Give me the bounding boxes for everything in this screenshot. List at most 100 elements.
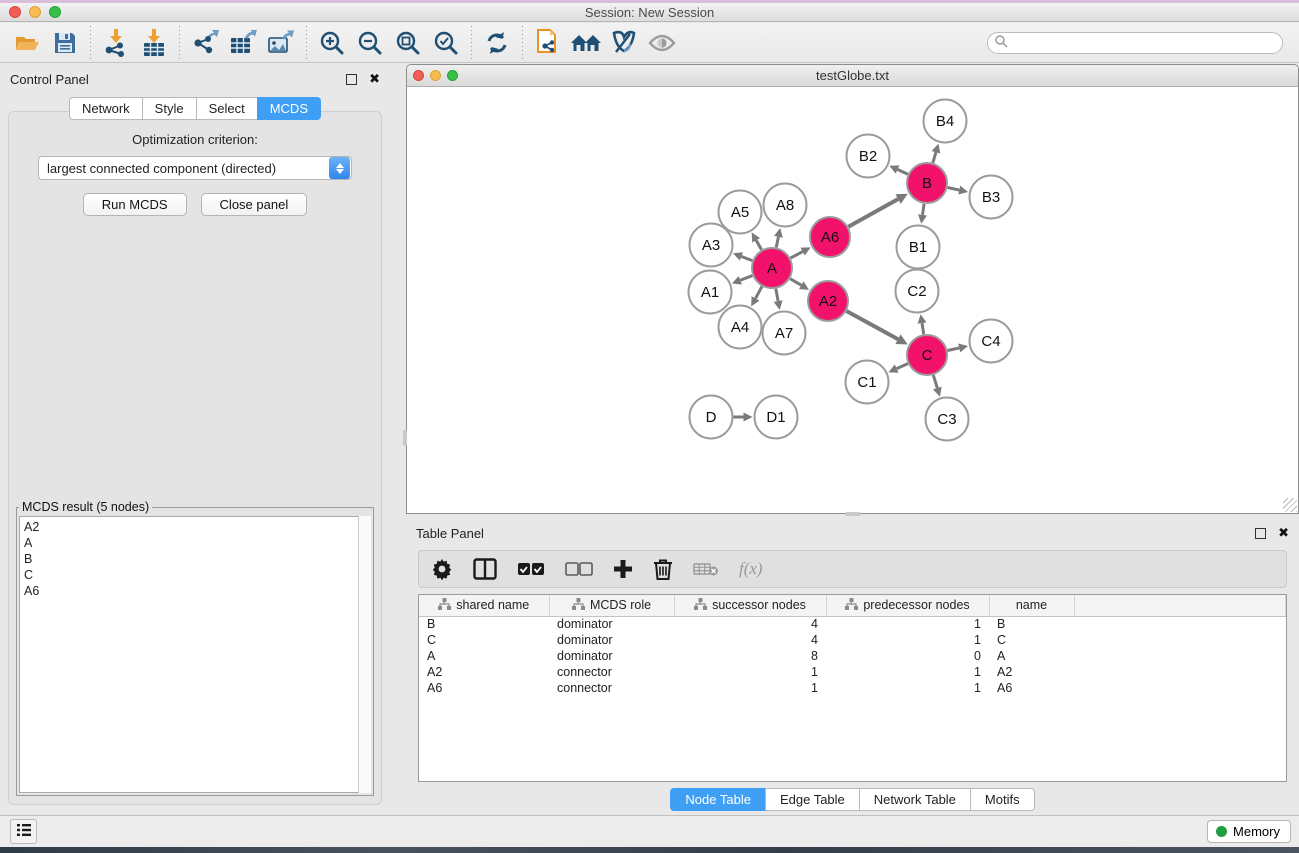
edge-A-A5[interactable]	[756, 240, 761, 250]
table-cell[interactable]: A2	[419, 664, 549, 680]
save-session-icon[interactable]	[46, 26, 84, 60]
close-table-panel-icon[interactable]: ✖	[1278, 525, 1289, 541]
table-cell[interactable]: C	[989, 632, 1074, 648]
edge-C-C4[interactable]	[948, 348, 960, 351]
edge-A-A6[interactable]	[791, 252, 803, 258]
delete-table-icon[interactable]	[693, 561, 719, 577]
edge-B-B2[interactable]	[898, 170, 908, 175]
table-cell[interactable]: 0	[826, 648, 989, 664]
tab-network-table[interactable]: Network Table	[859, 788, 971, 811]
table-cell[interactable]: connector	[549, 680, 674, 696]
edge-B-B3[interactable]	[948, 187, 960, 190]
cybrowser-icon[interactable]	[529, 26, 567, 60]
table-cell[interactable]: C	[419, 632, 549, 648]
table-row[interactable]: Cdominator41C	[419, 632, 1286, 648]
edge-A-A2[interactable]	[790, 279, 801, 286]
table-cell[interactable]: 1	[826, 616, 989, 632]
node-table[interactable]: shared nameMCDS rolesuccessor nodesprede…	[418, 594, 1287, 782]
zoom-selected-icon[interactable]	[427, 26, 465, 60]
column-header-predecessor-nodes[interactable]: predecessor nodes	[826, 595, 989, 616]
zoom-out-icon[interactable]	[351, 26, 389, 60]
network-canvas[interactable]: AA1A2A3A4A5A6A7A8BB1B2B3B4CC1C2C3C4DD1	[407, 87, 1298, 513]
tab-node-table[interactable]: Node Table	[670, 788, 766, 811]
import-network-icon[interactable]	[97, 26, 135, 60]
column-header-name[interactable]: name	[989, 595, 1074, 616]
column-header-MCDS-role[interactable]: MCDS role	[549, 595, 674, 616]
edge-A-A1[interactable]	[740, 276, 752, 281]
edge-A-A7[interactable]	[776, 289, 778, 301]
home-icon[interactable]	[567, 26, 605, 60]
edge-A-A8[interactable]	[776, 237, 778, 248]
table-cell[interactable]: A	[989, 648, 1074, 664]
deselect-all-rows-icon[interactable]	[565, 562, 593, 576]
hide-eye-icon[interactable]	[643, 26, 681, 60]
run-mcds-button[interactable]: Run MCDS	[83, 193, 187, 216]
edge-A-A4[interactable]	[755, 286, 761, 298]
show-columns-icon[interactable]	[473, 558, 497, 580]
table-row[interactable]: A2connector11A2	[419, 664, 1286, 680]
edge-A6-B[interactable]	[848, 199, 898, 227]
export-image-icon[interactable]	[262, 26, 300, 60]
export-network-icon[interactable]	[186, 26, 224, 60]
tab-edge-table[interactable]: Edge Table	[765, 788, 860, 811]
result-item[interactable]: A2	[24, 519, 370, 535]
tab-mcds[interactable]: MCDS	[257, 97, 321, 120]
result-item[interactable]: A6	[24, 583, 370, 599]
network-graph[interactable]: AA1A2A3A4A5A6A7A8BB1B2B3B4CC1C2C3C4DD1	[407, 87, 1298, 513]
task-history-button[interactable]	[10, 819, 37, 844]
export-table-icon[interactable]	[224, 26, 262, 60]
table-cell[interactable]: 1	[826, 632, 989, 648]
tab-network[interactable]: Network	[69, 97, 143, 120]
open-file-icon[interactable]	[8, 26, 46, 60]
import-table-icon[interactable]	[135, 26, 173, 60]
result-item[interactable]: C	[24, 567, 370, 583]
edge-C-C1[interactable]	[897, 364, 908, 369]
result-list-scrollbar[interactable]	[358, 516, 371, 793]
horizontal-scrollbar-thumb[interactable]	[845, 512, 861, 516]
float-table-panel-icon[interactable]	[1255, 528, 1266, 539]
delete-column-icon[interactable]	[653, 558, 673, 580]
add-column-icon[interactable]	[613, 559, 633, 579]
table-cell[interactable]: A2	[989, 664, 1074, 680]
tab-style[interactable]: Style	[142, 97, 197, 120]
table-cell[interactable]: B	[419, 616, 549, 632]
vertical-scrollbar-thumb[interactable]	[403, 430, 407, 446]
table-cell[interactable]: dominator	[549, 616, 674, 632]
annotate-icon[interactable]	[605, 26, 643, 60]
function-builder-icon[interactable]: f(x)	[739, 559, 763, 579]
table-cell[interactable]: A6	[419, 680, 549, 696]
memory-button[interactable]: Memory	[1207, 820, 1291, 843]
tab-select[interactable]: Select	[196, 97, 258, 120]
edge-A2-C[interactable]	[846, 311, 898, 339]
table-cell[interactable]: dominator	[549, 648, 674, 664]
refresh-layout-icon[interactable]	[478, 26, 516, 60]
edge-C-C2[interactable]	[922, 323, 924, 334]
close-panel-icon[interactable]: ✖	[369, 71, 380, 87]
table-cell[interactable]: 1	[674, 680, 826, 696]
window-resize-grip[interactable]	[1283, 498, 1297, 512]
table-cell[interactable]: A	[419, 648, 549, 664]
table-settings-icon[interactable]	[431, 558, 453, 580]
result-item[interactable]: B	[24, 551, 370, 567]
network-window-titlebar[interactable]: testGlobe.txt	[407, 65, 1298, 87]
table-cell[interactable]: 1	[674, 664, 826, 680]
result-item[interactable]: A	[24, 535, 370, 551]
criterion-select[interactable]: largest connected component (directed)	[38, 156, 352, 180]
tab-motifs[interactable]: Motifs	[970, 788, 1035, 811]
table-row[interactable]: A6connector11A6	[419, 680, 1286, 696]
edge-C-C3[interactable]	[933, 375, 937, 388]
table-cell[interactable]: A6	[989, 680, 1074, 696]
edge-A-A3[interactable]	[741, 256, 752, 260]
table-row[interactable]: Adominator80A	[419, 648, 1286, 664]
table-cell[interactable]: 4	[674, 632, 826, 648]
column-header-successor-nodes[interactable]: successor nodes	[674, 595, 826, 616]
edge-B-B1[interactable]	[923, 204, 925, 215]
edge-B-B4[interactable]	[933, 152, 936, 163]
search-field[interactable]	[987, 32, 1283, 54]
table-cell[interactable]: 8	[674, 648, 826, 664]
table-row[interactable]: Bdominator41B	[419, 616, 1286, 632]
float-panel-icon[interactable]	[346, 74, 357, 85]
table-cell[interactable]: 4	[674, 616, 826, 632]
table-cell[interactable]: B	[989, 616, 1074, 632]
table-cell[interactable]: 1	[826, 664, 989, 680]
